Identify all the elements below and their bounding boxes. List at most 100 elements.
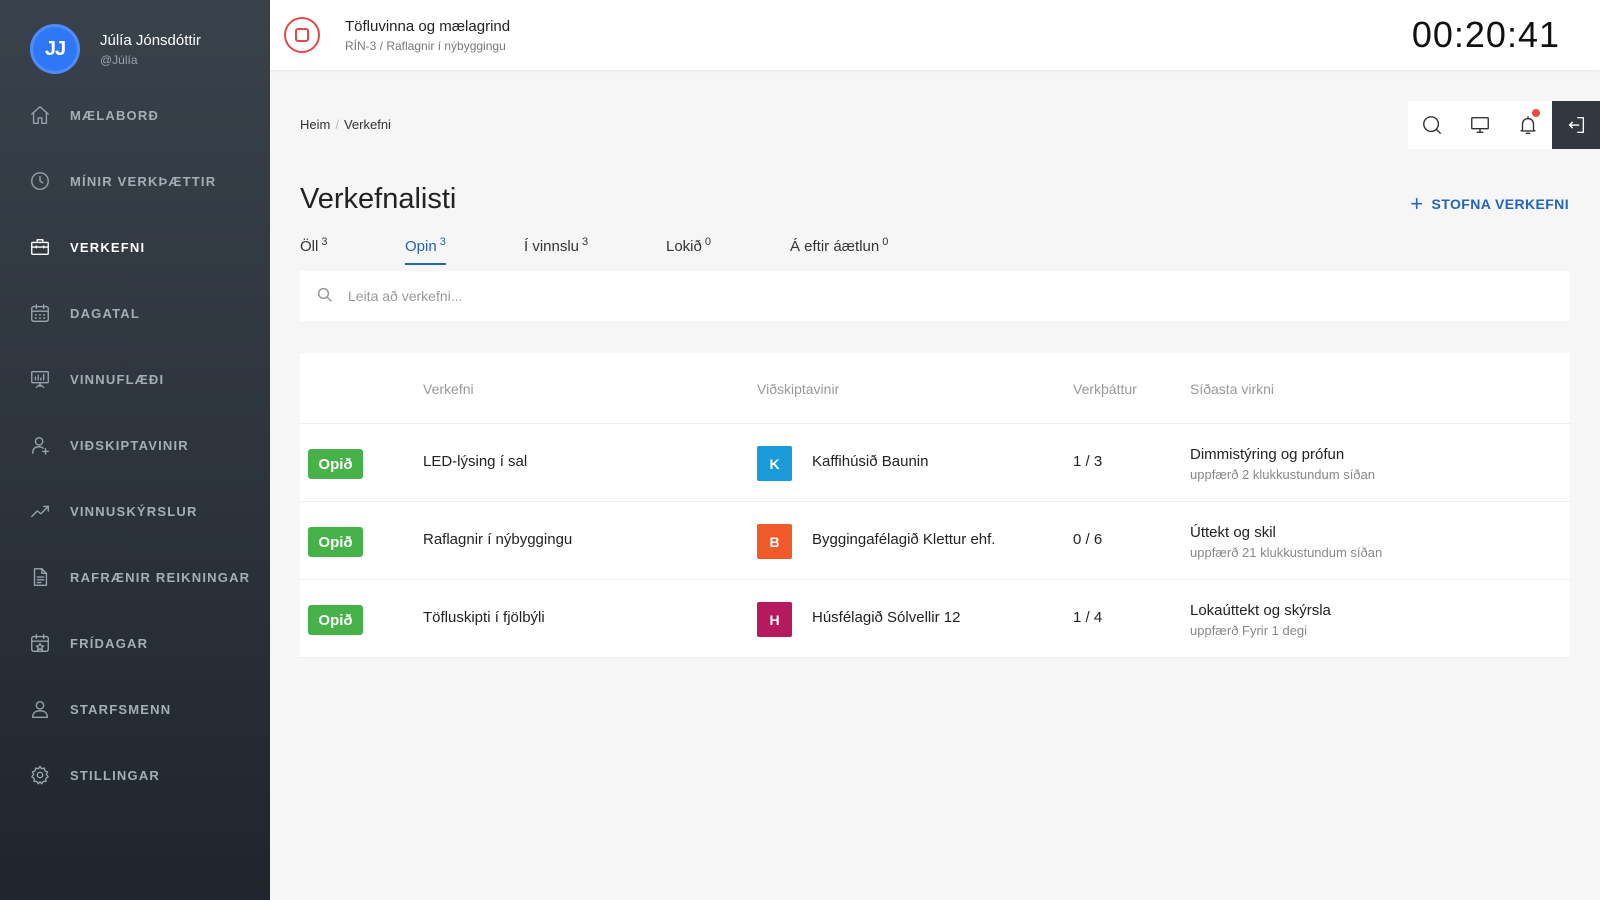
client-name[interactable]: Húsfélagið Sólvellir 12 — [812, 609, 960, 626]
column-header-activity[interactable]: Síðasta virkni — [1190, 381, 1274, 397]
table-header: Verkefni Viðskiptavinir Verkþáttur Síðas… — [300, 353, 1570, 424]
sidebar-item-projects[interactable]: VERKEFNI — [0, 214, 270, 280]
document-icon — [28, 565, 52, 589]
status-tabs: Öll 3 Opin 3 Í vinnslu 3 Lokið 0 Á eftir áæt… — [300, 236, 1100, 272]
calendar-icon — [28, 301, 52, 325]
tab-all[interactable]: Öll 3 — [300, 236, 327, 263]
tab-label: Í vinnslu — [524, 238, 580, 255]
sidebar-item-label: DAGATAL — [70, 305, 141, 321]
calendar-star-icon — [28, 631, 52, 655]
sidebar-item-employees[interactable]: STARFSMENN — [0, 676, 270, 742]
tab-count: 3 — [582, 236, 589, 248]
column-header-phase[interactable]: Verkþáttur — [1073, 381, 1137, 397]
last-activity-time: uppfærð Fyrir 1 degi — [1190, 623, 1308, 638]
sidebar-item-settings[interactable]: STILLINGAR — [0, 742, 270, 808]
plus-icon: + — [1410, 191, 1424, 216]
sidebar-item-holidays[interactable]: FRÍDAGAR — [0, 610, 270, 676]
current-task-title: Töfluvinna og mælagrind — [345, 18, 511, 35]
phase-progress: 1 / 4 — [1073, 609, 1103, 626]
tab-done[interactable]: Lokið 0 — [666, 236, 711, 263]
status-badge: Opið — [308, 527, 363, 557]
create-project-button[interactable]: + STOFNA VERKEFNI — [1410, 191, 1569, 216]
sidebar: JJ Júlía Jónsdóttir @Júlía MÆLABORÐ MÍNI… — [0, 0, 270, 900]
column-header-client[interactable]: Viðskiptavinir — [757, 381, 839, 397]
tab-count: 0 — [882, 236, 889, 248]
user-profile[interactable]: JJ Júlía Jónsdóttir @Júlía — [30, 24, 260, 74]
tab-open[interactable]: Opin 3 — [405, 236, 446, 265]
user-icon — [28, 433, 52, 457]
tab-count: 0 — [704, 236, 711, 248]
sidebar-nav: MÆLABORÐ MÍNIR VERKÞÆTTIR VERKEFNI DAGAT… — [0, 82, 270, 808]
tab-behind-schedule[interactable]: Á eftir áætlun 0 — [790, 236, 888, 263]
client-avatar: H — [757, 602, 792, 637]
sidebar-item-work-reports[interactable]: VINNUSKÝRSLUR — [0, 478, 270, 544]
trend-chart-icon — [28, 499, 52, 523]
breadcrumb-home[interactable]: Heim — [300, 117, 330, 132]
project-name[interactable]: LED-lýsing í sal — [423, 453, 527, 470]
monitor-icon — [1471, 116, 1489, 134]
sidebar-item-label: VERKEFNI — [70, 239, 146, 255]
search-icon — [1423, 116, 1441, 134]
tab-count: 3 — [321, 236, 328, 248]
toolbar — [1408, 101, 1600, 149]
last-activity-time: uppfærð 2 klukkustundum síðan — [1190, 467, 1375, 482]
tab-count: 3 — [439, 236, 446, 248]
search-input[interactable] — [348, 288, 1248, 304]
user-handle: @Júlía — [100, 53, 138, 67]
notification-dot — [1532, 109, 1540, 117]
logout-button[interactable] — [1552, 101, 1600, 149]
display-button[interactable] — [1456, 101, 1504, 149]
last-activity: Dimmistýring og prófun — [1190, 446, 1345, 463]
search-button[interactable] — [1408, 101, 1456, 149]
timer-display: 00:20:41 — [1411, 14, 1560, 55]
client-avatar: K — [757, 446, 792, 481]
tab-label: Á eftir áætlun — [790, 238, 880, 255]
sidebar-item-my-phases[interactable]: MÍNIR VERKÞÆTTIR — [0, 148, 270, 214]
sidebar-item-label: FRÍDAGAR — [70, 635, 149, 651]
gear-icon — [28, 763, 52, 787]
create-project-label: STOFNA VERKEFNI — [1431, 196, 1569, 212]
client-avatar: B — [757, 524, 792, 559]
sidebar-item-label: VINNUFLÆÐI — [70, 371, 165, 387]
client-name[interactable]: Byggingafélagið Klettur ehf. — [812, 531, 995, 548]
tab-in-progress[interactable]: Í vinnslu 3 — [524, 236, 588, 263]
last-activity-time: uppfærð 21 klukkustundum síðan — [1190, 545, 1383, 560]
status-badge: Opið — [308, 605, 363, 635]
search-icon — [316, 286, 336, 306]
user-name: Júlía Jónsdóttir — [100, 32, 201, 49]
breadcrumb-separator: / — [335, 117, 339, 132]
bell-icon — [1520, 116, 1536, 134]
projects-table: Verkefni Viðskiptavinir Verkþáttur Síðas… — [300, 353, 1570, 658]
sidebar-item-dashboard[interactable]: MÆLABORÐ — [0, 82, 270, 148]
sidebar-item-calendar[interactable]: DAGATAL — [0, 280, 270, 346]
sidebar-item-customers[interactable]: VIÐSKIPTAVINIR — [0, 412, 270, 478]
presentation-board-icon — [28, 367, 52, 391]
column-header-project[interactable]: Verkefni — [423, 381, 474, 397]
project-name[interactable]: Raflagnir í nýbyggingu — [423, 531, 572, 548]
sidebar-item-workflow[interactable]: VINNUFLÆÐI — [0, 346, 270, 412]
table-row[interactable]: Opið Töfluskipti í fjölbýli H Húsfélagið… — [300, 580, 1570, 658]
tab-label: Lokið — [666, 238, 702, 255]
project-name[interactable]: Töfluskipti í fjölbýli — [423, 609, 545, 626]
top-bar: Töfluvinna og mælagrind RÍN-3 / Raflagni… — [270, 0, 1600, 70]
sidebar-item-label: RAFRÆNIR REIKNINGAR — [70, 569, 251, 585]
avatar[interactable]: JJ — [30, 24, 80, 74]
current-task-subtitle: RÍN-3 / Raflagnir í nýbyggingu — [345, 39, 506, 53]
stop-timer-button[interactable] — [284, 17, 320, 53]
notifications-button[interactable] — [1504, 101, 1552, 149]
table-row[interactable]: Opið LED-lýsing í sal K Kaffihúsið Bauni… — [300, 424, 1570, 502]
phase-progress: 0 / 6 — [1073, 531, 1103, 548]
phase-progress: 1 / 3 — [1073, 453, 1103, 470]
home-icon — [28, 103, 52, 127]
sidebar-item-label: STILLINGAR — [70, 767, 160, 783]
users-icon — [28, 697, 52, 721]
table-row[interactable]: Opið Raflagnir í nýbyggingu B Byggingafé… — [300, 502, 1570, 580]
sidebar-item-e-invoices[interactable]: RAFRÆNIR REIKNINGAR — [0, 544, 270, 610]
sidebar-item-label: MÆLABORÐ — [70, 107, 160, 123]
breadcrumb: Heim / Verkefni — [300, 117, 391, 132]
sidebar-item-label: MÍNIR VERKÞÆTTIR — [70, 173, 217, 189]
briefcase-icon — [28, 235, 52, 259]
tab-label: Öll — [300, 238, 319, 255]
client-name[interactable]: Kaffihúsið Baunin — [812, 453, 928, 470]
logout-icon — [1568, 116, 1585, 134]
